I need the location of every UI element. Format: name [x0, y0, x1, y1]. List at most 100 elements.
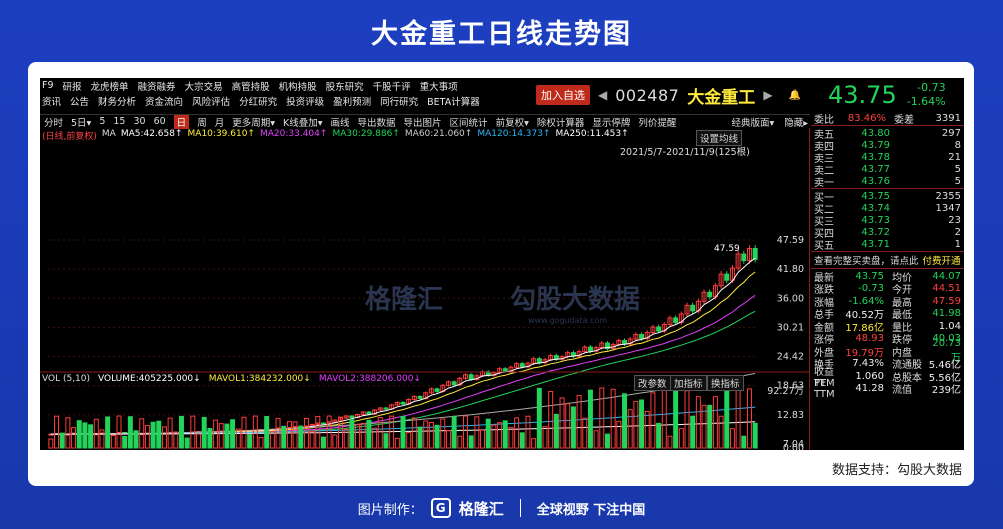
toolbar-item[interactable]: 列价提醒	[638, 115, 676, 129]
feature-menu-item[interactable]: 融资融券	[138, 79, 176, 93]
order-diff-value: 3391	[935, 112, 961, 124]
toolbar-item[interactable]: 显示停牌	[592, 115, 630, 129]
candle-body	[639, 334, 645, 340]
volume-bar	[548, 391, 554, 449]
feature-menu-item[interactable]: 资讯	[42, 94, 61, 108]
book-price: 43.72	[861, 226, 890, 238]
order-ratio-label: 委比	[814, 114, 834, 126]
toolbar-item[interactable]: 月	[215, 115, 225, 129]
price-box: 43.75 -0.73 -1.64%	[822, 78, 964, 112]
toolbar-item[interactable]: 5日▾	[71, 115, 91, 129]
toolbar-item[interactable]: 周	[197, 115, 207, 129]
add-indicator-button[interactable]: 加指标	[670, 375, 707, 391]
toolbar-item[interactable]: 画线	[331, 115, 350, 129]
volume-bar	[247, 434, 253, 449]
paid-open-link[interactable]: 付费开通	[923, 253, 961, 267]
bell-icon[interactable]: 🔔	[789, 90, 801, 101]
candle-body	[752, 248, 758, 260]
toolbar-item[interactable]: 15	[113, 116, 125, 127]
legend-entry: VOL (5,10)	[42, 374, 91, 384]
volume-bar	[508, 426, 514, 449]
kline-chart[interactable]: 格隆汇 勾股大数据 www.gogudata.com 47.59 41.80 36.00 3…	[40, 128, 810, 450]
vol-tick-label: 0.00	[783, 443, 804, 450]
quote-value: 44.51	[932, 283, 961, 295]
quote-value: 1.060	[855, 370, 884, 382]
toolbar-item[interactable]: 60	[154, 116, 166, 127]
feature-menu-item[interactable]: 盈利预测	[333, 94, 371, 108]
change-param-button[interactable]: 改参数	[634, 375, 671, 391]
toolbar-item[interactable]: 5	[99, 116, 105, 127]
switch-indicator-button[interactable]: 换指标	[707, 375, 744, 391]
quote-key: 流值	[892, 385, 912, 397]
volume-bar	[667, 435, 673, 449]
book-price: 43.76	[861, 175, 890, 187]
volume-bar	[570, 406, 576, 449]
toolbar-item[interactable]: 导出图片	[404, 115, 442, 129]
layout-toggle[interactable]: 隐藏▸	[784, 115, 808, 129]
legend-entry: MA10:39.610↑	[187, 129, 255, 139]
add-watchlist-button[interactable]: 加入自选	[536, 85, 590, 105]
volume-bar	[133, 430, 139, 449]
toolbar-item[interactable]: 除权计算器	[537, 115, 585, 129]
volume-bar	[144, 425, 150, 449]
feature-menu-item[interactable]: 机构持股	[279, 79, 317, 93]
feature-menu-item[interactable]: 龙虎榜单	[91, 79, 129, 93]
feature-menu-item[interactable]: 研报	[63, 79, 82, 93]
kline-chart-svg[interactable]: 格隆汇 勾股大数据www.gogudata.com 47.59 41.80 36.00 3…	[40, 128, 810, 450]
watermark-url: www.gogudata.com	[528, 316, 607, 325]
volume-bar	[173, 431, 179, 449]
toolbar-item[interactable]: K线叠加▾	[283, 115, 323, 129]
toolbar-item[interactable]: 日	[173, 114, 190, 129]
volume-bar	[224, 423, 230, 449]
toolbar-item[interactable]: 分时	[44, 115, 63, 129]
feature-menu-item[interactable]: F9	[42, 80, 54, 91]
footer-slogan: 全球视野 下注中国	[536, 502, 646, 518]
volume-bar	[394, 437, 400, 449]
volume-bar	[690, 415, 696, 449]
feature-menu-item[interactable]: 大宗交易	[185, 79, 223, 93]
quote-value: 48.93	[855, 333, 884, 345]
quote-value: 43.75	[855, 270, 884, 282]
feature-menu-item[interactable]: 重大事项	[420, 79, 458, 93]
quote-value: 239亿	[931, 385, 961, 397]
volume-bar	[59, 432, 65, 449]
volume-bar	[468, 435, 474, 449]
feature-menu-item[interactable]: 同行研究	[380, 94, 418, 108]
full-book-note[interactable]: 查看完整买卖盘，请点此 付费开通	[811, 253, 964, 267]
volume-bar	[622, 393, 628, 449]
candle-body	[417, 395, 423, 399]
volume-bar	[724, 390, 730, 449]
ask-row[interactable]: 卖一 43.76 5	[811, 175, 964, 189]
toolbar-item[interactable]: 前复权▾	[496, 115, 529, 129]
feature-menu-item[interactable]: 千股千评	[373, 79, 411, 93]
quote-value: 1.04	[938, 320, 961, 332]
toolbar-item[interactable]: 更多周期▾	[232, 115, 275, 129]
feature-menu-item[interactable]: 财务分析	[98, 94, 136, 108]
ask-list: 卖五 43.80 297 卖四 43.79 8 卖三 43.78 21 卖二 43.77 5 卖一 43.…	[811, 127, 964, 189]
volume-bar	[593, 430, 599, 449]
feature-menu-item[interactable]: 公告	[70, 94, 89, 108]
feature-menu-item[interactable]: 高管持股	[232, 79, 270, 93]
feature-menu-item[interactable]: 股东研究	[326, 79, 364, 93]
toolbar-item[interactable]: 30	[133, 116, 145, 127]
feature-menu-item[interactable]: 风险评估	[192, 94, 230, 108]
brand-logo-icon: G	[430, 498, 451, 518]
stock-code: 002487	[615, 85, 680, 105]
quote-key: PE TTM	[814, 377, 835, 400]
feature-menu-item[interactable]: 投资评级	[286, 94, 324, 108]
quote-value: 17.86亿	[845, 322, 884, 334]
feature-menu-item[interactable]: 资金流向	[145, 94, 183, 108]
feature-menu-item[interactable]: 分红研究	[239, 94, 277, 108]
legend-entry: MA	[101, 129, 116, 139]
layout-toggle[interactable]: 经典版面▾	[731, 115, 774, 129]
bid-row[interactable]: 买五 43.71 1	[811, 238, 964, 252]
stock-name: 大金重工	[687, 87, 756, 108]
next-stock-icon[interactable]: ▶	[763, 88, 772, 102]
volume-bar	[156, 420, 162, 449]
volume-bar	[65, 417, 71, 449]
legend-entry: MA250:11.453↑	[555, 129, 629, 139]
prev-stock-icon[interactable]: ◀	[598, 88, 607, 102]
toolbar-item[interactable]: 导出数据	[358, 115, 396, 129]
feature-menu-item[interactable]: BETA计算器	[427, 94, 480, 108]
toolbar-item[interactable]: 区间统计	[450, 115, 488, 129]
